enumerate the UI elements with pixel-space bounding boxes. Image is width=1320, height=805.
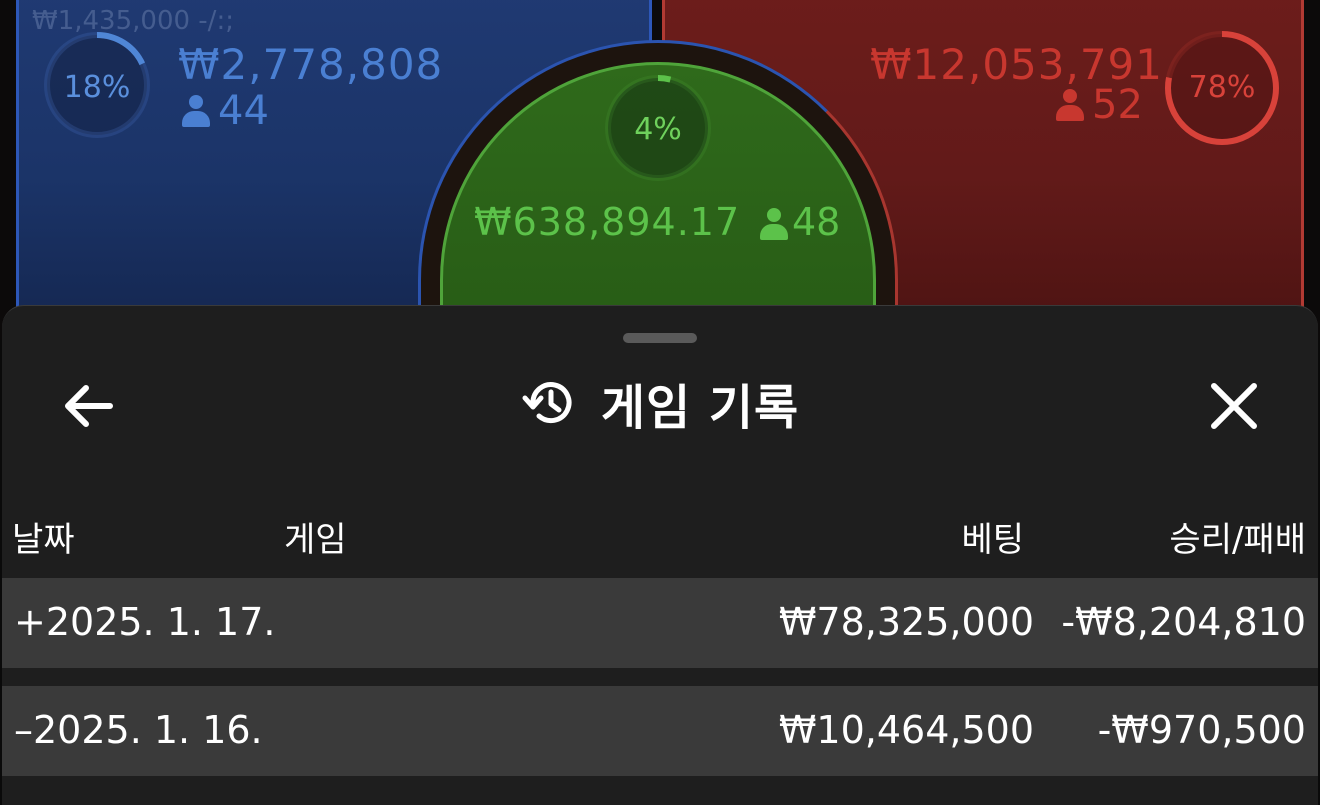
table-row[interactable]: –2025. 1. 16. ₩10,464,500 -₩970,500: [2, 686, 1318, 776]
green-player-count: 48: [760, 200, 840, 244]
row-bet: ₩78,325,000: [778, 600, 1034, 644]
green-players: 48: [792, 200, 841, 244]
history-table: 날짜 게임 베팅 승리/패배 +2025. 1. 17. ₩78,325,000…: [2, 496, 1318, 794]
close-button[interactable]: [1204, 376, 1264, 436]
column-header-bet: 베팅: [961, 520, 1024, 560]
column-header-game: 게임: [284, 520, 347, 560]
close-icon: [1211, 383, 1257, 429]
red-percent: 78%: [1188, 70, 1256, 105]
red-players: 52: [1092, 82, 1143, 128]
row-result: -₩8,204,810: [1061, 600, 1306, 644]
column-header-date: 날짜: [12, 520, 75, 560]
game-history-sheet: 게임 기록 날짜 게임 베팅 승리/패배 +2025. 1. 17. ₩78,3…: [2, 305, 1318, 805]
row-date: +2025. 1. 17.: [14, 600, 276, 644]
screen: ₩1,435,000 -/:; 18% ₩2,778,808 44 78% ₩1…: [0, 0, 1320, 805]
red-player-count: 52: [1056, 82, 1143, 128]
blue-percent: 18%: [63, 70, 131, 105]
row-bet: ₩10,464,500: [778, 708, 1034, 752]
blue-player-count: 44: [182, 88, 269, 134]
column-header-result: 승리/패배: [1169, 520, 1306, 560]
table-header: 날짜 게임 베팅 승리/패배: [2, 496, 1318, 578]
betting-board: ₩1,435,000 -/:; 18% ₩2,778,808 44 78% ₩1…: [0, 0, 1320, 500]
row-date: –2025. 1. 16.: [14, 708, 263, 752]
blue-amount: ₩2,778,808: [178, 40, 444, 89]
person-icon: [760, 208, 788, 240]
green-amount: ₩638,894.17: [474, 200, 741, 244]
drag-handle[interactable]: [623, 333, 697, 343]
blue-players: 44: [218, 88, 269, 134]
person-icon: [1056, 89, 1084, 121]
history-icon: [522, 382, 572, 424]
green-percent: 4%: [634, 112, 682, 147]
sheet-title: 게임 기록: [600, 380, 800, 436]
table-row[interactable]: +2025. 1. 17. ₩78,325,000 -₩8,204,810: [2, 578, 1318, 668]
blue-ghost-text: ₩1,435,000 -/:;: [32, 6, 234, 36]
row-result: -₩970,500: [1097, 708, 1306, 752]
person-icon: [182, 95, 210, 127]
sheet-header: 게임 기록: [2, 368, 1318, 438]
